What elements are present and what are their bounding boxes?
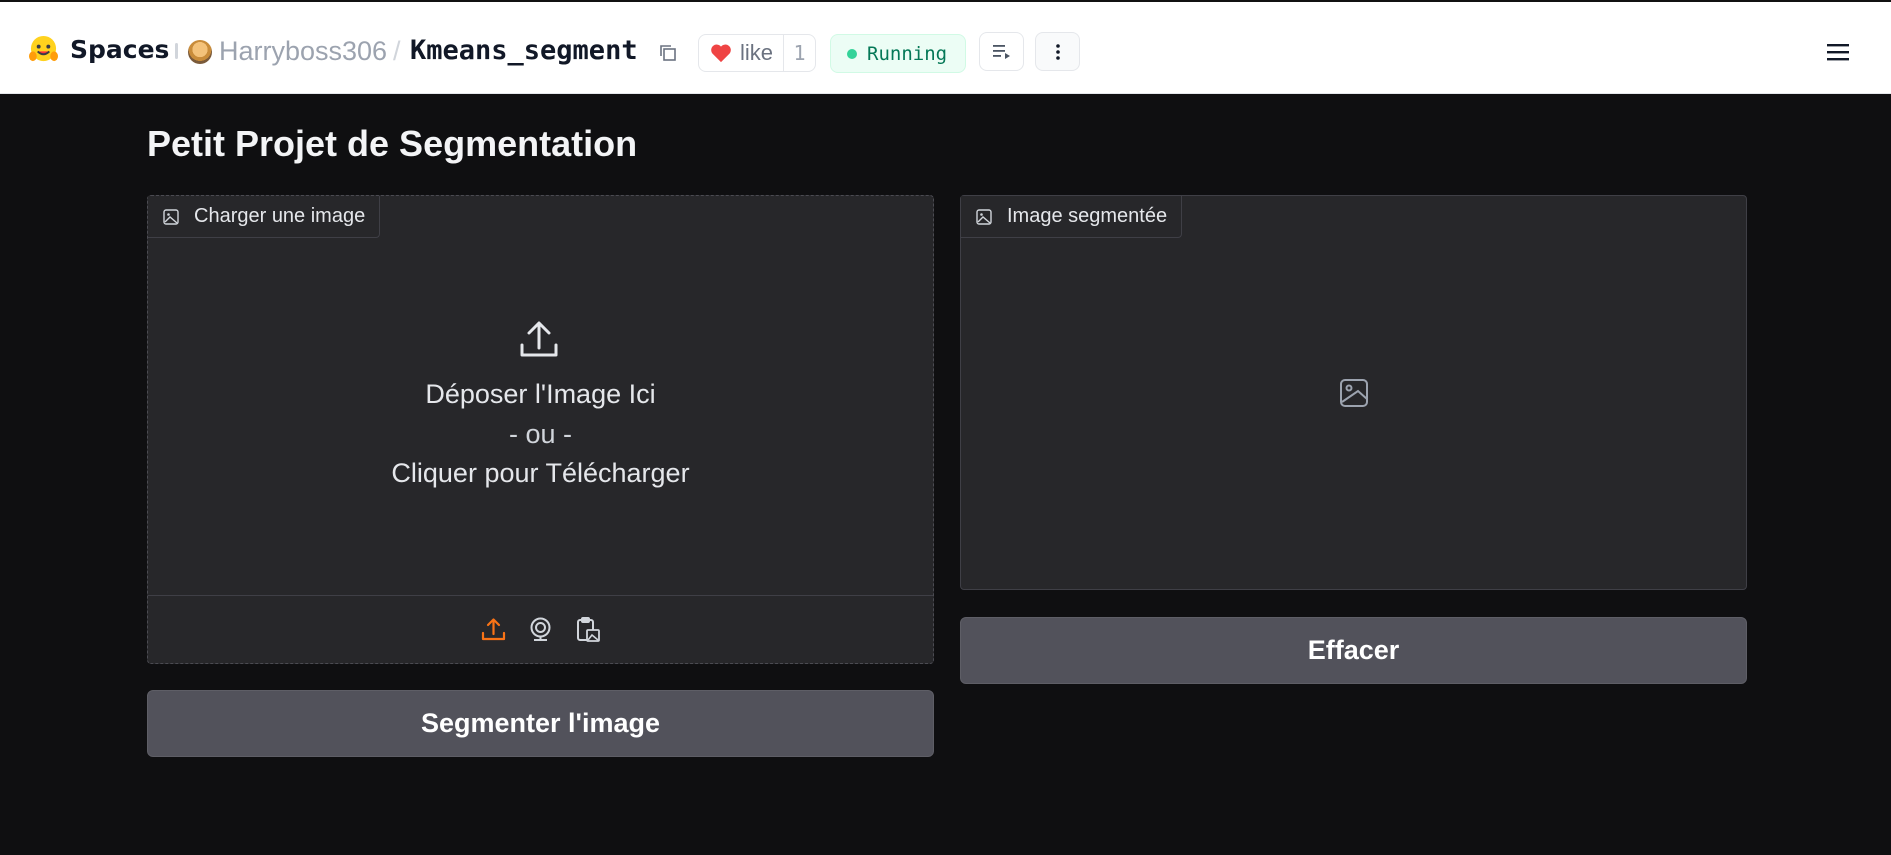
status-text: Running: [867, 42, 948, 65]
empty-image-placeholder-icon: [1340, 379, 1368, 407]
status-badge[interactable]: Running: [830, 34, 966, 73]
owner-link[interactable]: Harryboss306: [219, 35, 387, 67]
like-group: like 1: [698, 34, 816, 72]
owner-avatar[interactable]: [188, 40, 212, 64]
like-button[interactable]: like: [699, 35, 784, 71]
image-source-selector: [148, 595, 933, 663]
image-icon: [976, 208, 992, 225]
clear-button[interactable]: Effacer: [960, 617, 1747, 684]
navbar-divider: [175, 43, 178, 59]
top-navbar: Spaces Harryboss306 / Kmeans_segment lik…: [0, 2, 1891, 94]
logs-button[interactable]: [979, 32, 1024, 71]
repo-name-link[interactable]: Kmeans_segment: [410, 35, 638, 67]
page-title: Petit Projet de Segmentation: [147, 123, 638, 164]
click-to-upload-text: Cliquer pour Télécharger: [391, 458, 690, 488]
more-options-button[interactable]: [1035, 32, 1080, 71]
image-icon: [163, 208, 179, 225]
segmented-image-output: Image segmentée: [960, 195, 1747, 590]
path-separator: /: [393, 36, 401, 66]
result-panel-label: Image segmentée: [961, 196, 1183, 238]
hamburger-menu-icon[interactable]: [1825, 40, 1851, 64]
like-label: like: [740, 40, 774, 65]
webcam-source-icon[interactable]: [527, 616, 554, 643]
clipboard-source-icon[interactable]: [574, 616, 601, 643]
spaces-link[interactable]: Spaces: [70, 35, 169, 65]
like-count[interactable]: 1: [784, 41, 815, 65]
upload-icon: [520, 321, 558, 357]
kebab-menu-icon: [1055, 43, 1060, 60]
status-dot-icon: [847, 48, 857, 59]
segment-image-button[interactable]: Segmenter l'image: [147, 690, 934, 757]
result-panel-label-text: Image segmentée: [1007, 205, 1168, 227]
heart-icon: [711, 44, 731, 63]
copy-icon[interactable]: [658, 43, 678, 63]
drop-instruction: Déposer l'Image Ici: [425, 379, 656, 409]
upload-panel-label: Charger une image: [148, 196, 381, 238]
hugging-face-logo-icon[interactable]: [28, 35, 59, 64]
upload-source-icon[interactable]: [480, 616, 507, 643]
upload-panel-label-text: Charger une image: [194, 205, 366, 227]
drop-or-divider: - ou -: [508, 419, 573, 449]
image-upload-dropzone[interactable]: Charger une image Déposer l'Image Ici - …: [147, 195, 934, 664]
logs-icon: [992, 44, 1010, 59]
